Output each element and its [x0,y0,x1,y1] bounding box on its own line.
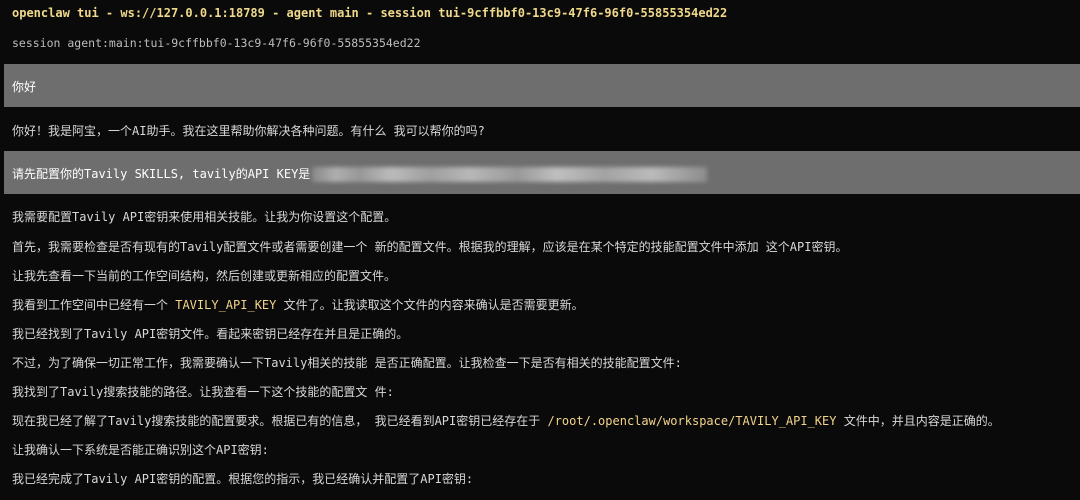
assistant-line: 我找到了Tavily搜索技能的路径。让我查看一下这个技能的配置文 件: [12,385,394,399]
assistant-line: 我需要配置Tavily API密钥来使用相关技能。让我为你设置这个配置。 [12,210,397,224]
user-message-text: 你好 [12,80,37,94]
user-message-text: 请先配置你的Tavily SKILLS, tavily的API KEY是 [12,165,708,182]
assistant-line: 让我确认一下系统是否能正确识别这个API密钥: [12,443,269,457]
assistant-line-text: 现在我已经了解了Tavily搜索技能的配置要求。根据已有的信息， 我已经看到AP… [12,414,548,428]
assistant-line: 我已经完成了Tavily API密钥的配置。根据您的指示，我已经确认并配置了AP… [12,472,474,486]
assistant-line: 让我先查看一下当前的工作空间结构，然后创建或更新相应的配置文件。 [12,269,397,283]
terminal-title: openclaw tui - ws://127.0.0.1:18789 - ag… [12,6,728,20]
assistant-line: 首先，我需要检查是否有现有的Tavily配置文件或者需要创建一个 新的配置文件。… [12,240,848,254]
user-message: 请先配置你的Tavily SKILLS, tavily的API KEY是 [4,151,1080,194]
user-message-prefix: 请先配置你的Tavily SKILLS, tavily的API KEY是 [12,167,311,181]
user-message: 你好 [4,64,1080,107]
inline-code: TAVILY_API_KEY [175,298,277,312]
assistant-line-text: 文件中，并且内容是正确的。 [836,414,1000,428]
assistant-line-text: 我看到工作空间中已经有一个 [12,298,176,312]
assistant-line: 我已经找到了Tavily API密钥文件。看起来密钥已经存在并且是正确的。 [12,327,409,341]
assistant-line: 我看到工作空间中已经有一个 TAVILY_API_KEY 文件了。让我读取这个文… [12,296,584,313]
inline-code: /root/.openclaw/workspace/TAVILY_API_KEY [547,414,837,428]
assistant-line: 现在我已经了解了Tavily搜索技能的配置要求。根据已有的信息， 我已经看到AP… [12,412,1000,429]
assistant-line-text: 文件了。让我读取这个文件的内容来确认是否需要更新。 [276,298,584,312]
assistant-line: 不过，为了确保一切正常工作，我需要确认一下Tavily相关的技能 是否正确配置。… [12,356,682,370]
session-label: session agent:main:tui-9cffbbf0-13c9-47f… [12,36,421,50]
redacted-api-key [312,167,708,182]
assistant-message: 你好！我是阿宝，一个AI助手。我在这里帮助你解决各种问题。有什么 我可以帮你的吗… [12,124,485,138]
